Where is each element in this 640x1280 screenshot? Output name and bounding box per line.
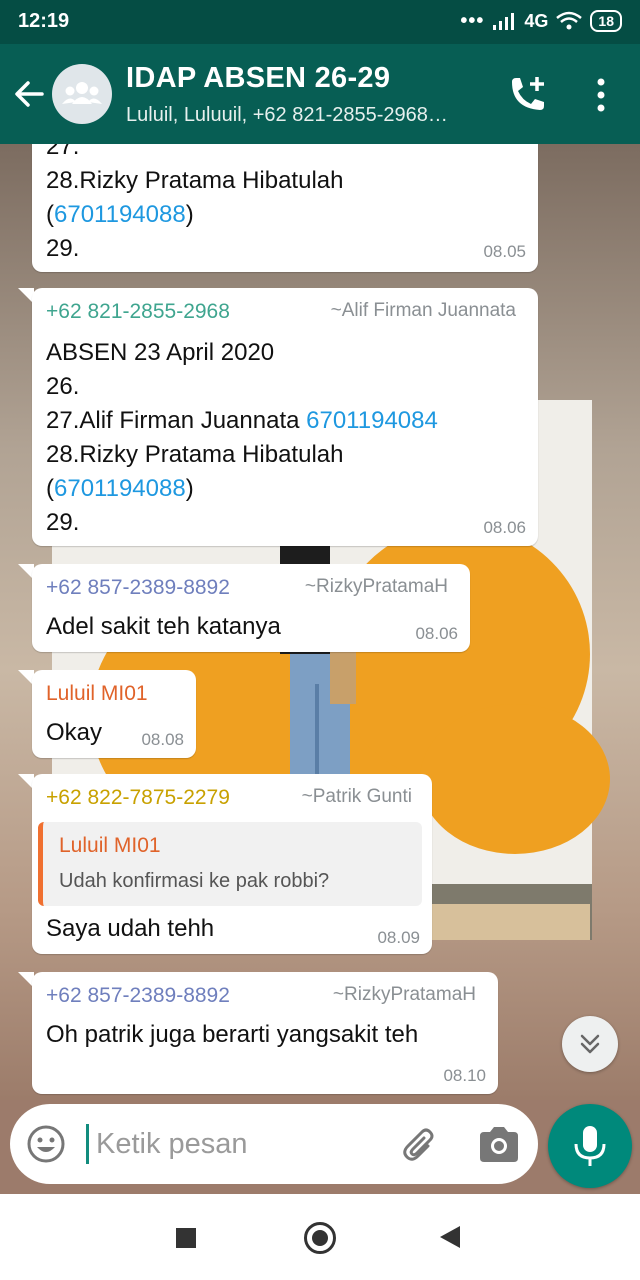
composer-bar	[0, 1100, 640, 1194]
message-time: 08.10	[443, 1066, 486, 1085]
message-time: 08.08	[141, 730, 184, 749]
status-bar: 12:19 ••• 4G 18	[0, 0, 640, 44]
message-alias: ~Alif Firman Juannata	[330, 300, 516, 321]
scroll-to-bottom-button[interactable]	[562, 1016, 618, 1072]
message-line: 28.Rizky Pratama Hibatulah	[46, 441, 344, 468]
chevron-double-down-icon	[580, 1034, 600, 1054]
system-nav-bar	[0, 1194, 640, 1280]
mic-icon	[574, 1126, 606, 1166]
message-bubble[interactable]: Luluil MI01 Okay 08.08	[32, 670, 196, 758]
message-text: Adel sakit teh katanya	[46, 613, 281, 640]
chat-title[interactable]: IDAP ABSEN 26-29	[126, 62, 390, 95]
message-line: ABSEN 23 April 2020	[46, 339, 275, 366]
message-time: 08.05	[483, 242, 526, 261]
text-cursor	[86, 1124, 89, 1164]
network-type: 4G	[524, 10, 549, 31]
add-call-icon[interactable]	[506, 74, 548, 116]
message-line: (6701194088)	[46, 475, 194, 502]
home-circle-icon[interactable]	[304, 1222, 336, 1254]
arrow-left-icon[interactable]	[12, 74, 48, 114]
message-alias: ~RizkyPratamaH	[332, 984, 476, 1005]
message-bubble[interactable]: +62 857-2389-8892 ~RizkyPratamaH Oh patr…	[32, 972, 498, 1094]
message-bubble[interactable]: +62 822-7875-2279 ~Patrik Gunti Luluil M…	[32, 774, 432, 954]
camera-icon[interactable]	[476, 1122, 522, 1166]
message-line: 27.	[46, 144, 80, 160]
quoted-message[interactable]: Luluil MI01 Udah konfirmasi ke pak robbi…	[38, 822, 422, 906]
paperclip-icon[interactable]	[398, 1122, 442, 1166]
message-text: Okay	[46, 719, 103, 746]
message-bubble[interactable]: 27. 28.Rizky Pratama Hibatulah (67011940…	[32, 144, 538, 272]
message-line: 26.	[46, 373, 80, 400]
message-sender[interactable]: +62 821-2855-2968	[46, 300, 230, 324]
message-sender[interactable]: Luluil MI01	[46, 682, 148, 706]
battery-icon: 18	[590, 10, 622, 32]
message-time: 08.06	[415, 624, 458, 643]
message-composer[interactable]	[10, 1104, 538, 1184]
message-bubble[interactable]: +62 821-2855-2968 ~Alif Firman Juannata …	[32, 288, 538, 546]
message-sender[interactable]: +62 857-2389-8892	[46, 576, 230, 600]
mic-button[interactable]	[548, 1104, 632, 1188]
notification-dots: •••	[460, 10, 485, 32]
message-input[interactable]	[96, 1124, 386, 1164]
message-sender[interactable]: +62 857-2389-8892	[46, 984, 230, 1008]
message-line: 29.	[46, 235, 80, 262]
message-line: 28.Rizky Pratama Hibatulah	[46, 167, 344, 194]
triangle-back-icon[interactable]	[440, 1226, 460, 1248]
message-text: Oh patrik juga berarti yangsakit teh	[46, 1021, 419, 1048]
wifi-icon	[556, 11, 583, 30]
square-icon[interactable]	[176, 1228, 196, 1248]
wallpaper-shape	[420, 704, 610, 854]
phone-link[interactable]: 6701194084	[306, 407, 438, 434]
quoted-sender: Luluil MI01	[59, 834, 161, 857]
emoji-icon[interactable]	[26, 1124, 66, 1164]
message-alias: ~Patrik Gunti	[301, 786, 412, 807]
group-avatar[interactable]	[52, 64, 112, 124]
group-icon	[62, 82, 102, 104]
phone-link[interactable]: 6701194088	[54, 475, 186, 502]
chat-participants[interactable]: Luluil, Luluuil, +62 821-2855-2968…	[126, 104, 448, 127]
message-alias: ~RizkyPratamaH	[304, 576, 448, 597]
phone-link[interactable]: 6701194088	[54, 201, 186, 228]
status-time: 12:19	[18, 10, 70, 32]
message-sender[interactable]: +62 822-7875-2279	[46, 786, 230, 810]
message-text: Saya udah tehh	[46, 915, 215, 942]
message-bubble[interactable]: +62 857-2389-8892 ~RizkyPratamaH Adel sa…	[32, 564, 470, 652]
chat-header: IDAP ABSEN 26-29 Luluil, Luluuil, +62 82…	[0, 44, 640, 144]
message-line: (6701194088)	[46, 201, 194, 228]
signal-icon	[493, 13, 515, 30]
message-time: 08.09	[377, 928, 420, 947]
chat-area[interactable]: 27. 28.Rizky Pratama Hibatulah (67011940…	[0, 144, 640, 1100]
message-line: 29.	[46, 509, 80, 536]
quoted-text: Udah konfirmasi ke pak robbi?	[59, 870, 330, 892]
status-icons: ••• 4G 18	[460, 10, 622, 32]
more-vert-icon[interactable]	[588, 74, 614, 116]
message-time: 08.06	[483, 518, 526, 537]
message-line: 27.Alif Firman Juannata 6701194084	[46, 407, 438, 434]
